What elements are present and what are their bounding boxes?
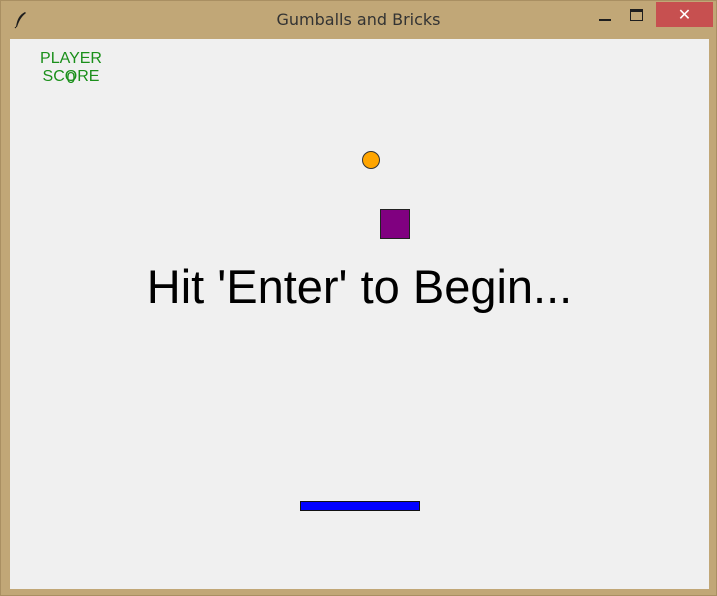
gumball — [362, 151, 380, 169]
close-icon: ✕ — [677, 5, 692, 24]
minimize-button[interactable] — [591, 5, 619, 27]
score-value: 0 — [66, 70, 76, 87]
brick — [380, 209, 410, 239]
maximize-button[interactable] — [623, 5, 651, 27]
close-button[interactable]: ✕ — [656, 2, 713, 27]
title-bar[interactable]: Gumballs and Bricks ✕ — [1, 1, 716, 39]
paddle — [300, 501, 420, 511]
start-message: Hit 'Enter' to Begin... — [146, 260, 573, 313]
game-canvas[interactable]: PLAYER SCORE 0 Hit 'Enter' to Begin... — [10, 39, 709, 589]
app-window: Gumballs and Bricks ✕ PLAYER SCORE 0 Hit… — [0, 0, 717, 596]
